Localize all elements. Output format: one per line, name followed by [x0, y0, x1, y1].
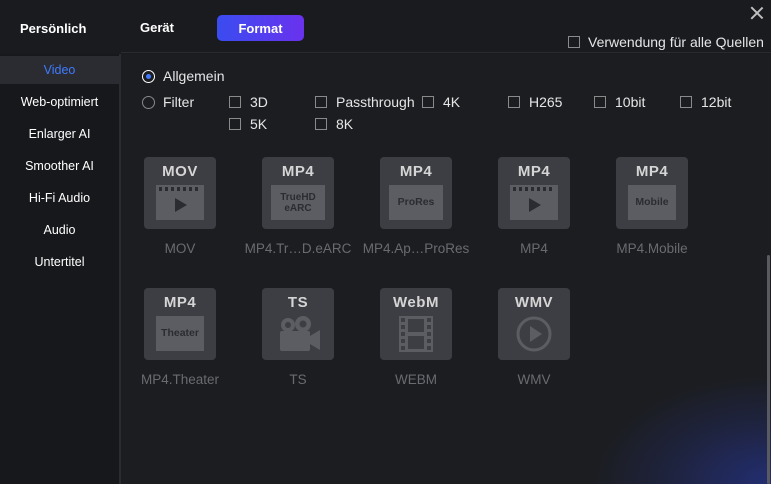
top-bar: Persönlich Gerät Format Verwendung für a…	[0, 0, 771, 54]
filter-label-passthrough: Passthrough	[336, 94, 415, 110]
format-mp4-prores[interactable]: MP4 ProRes MP4.Ap…ProRes	[351, 157, 481, 267]
sidebar-divider	[119, 54, 121, 484]
format-tile[interactable]: MP4	[498, 157, 570, 229]
checkbox[interactable]	[229, 96, 241, 108]
format-tile[interactable]: MP4 ProRes	[380, 157, 452, 229]
format-mp4[interactable]: MP4 MP4	[469, 157, 599, 267]
format-label: MP4.Tr…D.eARC	[244, 241, 352, 256]
format-label: TS	[289, 372, 307, 387]
format-label: WEBM	[395, 372, 437, 387]
filter-option[interactable]: Filter	[142, 94, 194, 110]
sidebar-item-smoother-ai[interactable]: Smoother AI	[0, 152, 119, 180]
format-tile[interactable]: MP4 Mobile	[616, 157, 688, 229]
format-tile[interactable]: TS	[262, 288, 334, 360]
filter-label-4k: 4K	[443, 94, 461, 110]
tab-geraet[interactable]: Gerät	[140, 20, 174, 35]
filmstrip-icon	[399, 316, 433, 357]
filter-label-10bit: 10bit	[615, 94, 646, 110]
filter-12bit[interactable]: 12bit	[680, 94, 731, 110]
filter-label-12bit: 12bit	[701, 94, 732, 110]
sidebar-item-video[interactable]: Video	[0, 56, 119, 84]
tab-format[interactable]: Format	[217, 15, 304, 41]
checkbox[interactable]	[508, 96, 520, 108]
filter-3d[interactable]: 3D	[229, 94, 268, 110]
format-header: TS	[287, 294, 309, 311]
filter-5k[interactable]: 5K	[229, 116, 267, 132]
format-header: WMV	[514, 294, 554, 311]
sidebar: Video Web-optimiert Enlarger AI Smoother…	[0, 54, 119, 484]
format-header: WebM	[393, 294, 439, 311]
filter-label-5k: 5K	[250, 116, 268, 132]
filter-8k[interactable]: 8K	[315, 116, 353, 132]
format-tile[interactable]: MP4 Theater	[144, 288, 216, 360]
play-film-icon	[156, 185, 204, 220]
mobile-icon: Mobile	[628, 185, 676, 220]
filter-h265[interactable]: H265	[508, 94, 562, 110]
filter-4k[interactable]: 4K	[422, 94, 460, 110]
format-tile[interactable]: MP4 TrueHD eARC	[262, 157, 334, 229]
format-wmv[interactable]: WMV WMV	[469, 288, 599, 398]
filter-label-8k: 8K	[336, 116, 354, 132]
format-ts[interactable]: TS TS	[233, 288, 363, 398]
checkbox[interactable]	[594, 96, 606, 108]
format-tile[interactable]: WebM	[380, 288, 452, 360]
general-radio[interactable]	[142, 69, 155, 83]
sidebar-item-hifi-audio[interactable]: Hi-Fi Audio	[0, 184, 119, 212]
checkbox[interactable]	[315, 118, 327, 130]
format-mov[interactable]: MOV MOV	[115, 157, 245, 267]
theater-icon: Theater	[156, 316, 204, 351]
play-circle-icon	[515, 315, 553, 358]
format-label: MP4	[520, 241, 548, 256]
format-label: WMV	[517, 372, 551, 387]
format-label: MP4.Ap…ProRes	[362, 241, 470, 256]
checkbox[interactable]	[315, 96, 327, 108]
format-header: MP4	[163, 294, 197, 311]
format-header: MP4	[635, 163, 669, 180]
format-label: MP4.Mobile	[616, 241, 688, 256]
scrollbar[interactable]	[767, 255, 770, 484]
sidebar-item-enlarger-ai[interactable]: Enlarger AI	[0, 120, 119, 148]
format-tile[interactable]: WMV	[498, 288, 570, 360]
filter-label-3d: 3D	[250, 94, 268, 110]
format-header: MP4	[399, 163, 433, 180]
general-label: Allgemein	[163, 68, 225, 84]
format-tile[interactable]: MOV	[144, 157, 216, 229]
header-divider	[121, 52, 771, 53]
format-header: MP4	[281, 163, 315, 180]
prores-icon: ProRes	[389, 185, 443, 220]
format-webm[interactable]: WebM WEBM	[351, 288, 481, 398]
format-header: MP4	[517, 163, 551, 180]
apply-all-checkbox[interactable]	[568, 36, 580, 48]
truehd-earc-icon: TrueHD eARC	[271, 185, 325, 220]
apply-all-label: Verwendung für alle Quellen	[588, 34, 764, 50]
apply-all-option[interactable]: Verwendung für alle Quellen	[568, 34, 764, 50]
format-mp4-theater[interactable]: MP4 Theater MP4.Theater	[115, 288, 245, 398]
sidebar-item-untertitel[interactable]: Untertitel	[0, 248, 119, 276]
general-option[interactable]: Allgemein	[142, 68, 224, 84]
corner-glow	[591, 374, 771, 484]
format-label: MP4.Theater	[140, 372, 220, 387]
section-title: Persönlich	[20, 21, 87, 36]
checkbox[interactable]	[680, 96, 692, 108]
format-label: MOV	[164, 241, 196, 256]
filter-label: Filter	[163, 94, 195, 110]
camcorder-icon	[274, 316, 322, 359]
filter-passthrough[interactable]: Passthrough	[315, 94, 415, 110]
format-header: MOV	[162, 163, 198, 180]
close-icon[interactable]	[748, 4, 766, 22]
sidebar-item-web-optimiert[interactable]: Web-optimiert	[0, 88, 119, 116]
format-mp4-mobile[interactable]: MP4 Mobile MP4.Mobile	[587, 157, 717, 267]
sidebar-item-audio[interactable]: Audio	[0, 216, 119, 244]
checkbox[interactable]	[422, 96, 434, 108]
play-film-icon	[510, 185, 558, 220]
filter-10bit[interactable]: 10bit	[594, 94, 645, 110]
checkbox[interactable]	[229, 118, 241, 130]
format-mp4-truehd-earc[interactable]: MP4 TrueHD eARC MP4.Tr…D.eARC	[233, 157, 363, 267]
filter-radio[interactable]	[142, 95, 155, 109]
filter-label-h265: H265	[529, 94, 563, 110]
